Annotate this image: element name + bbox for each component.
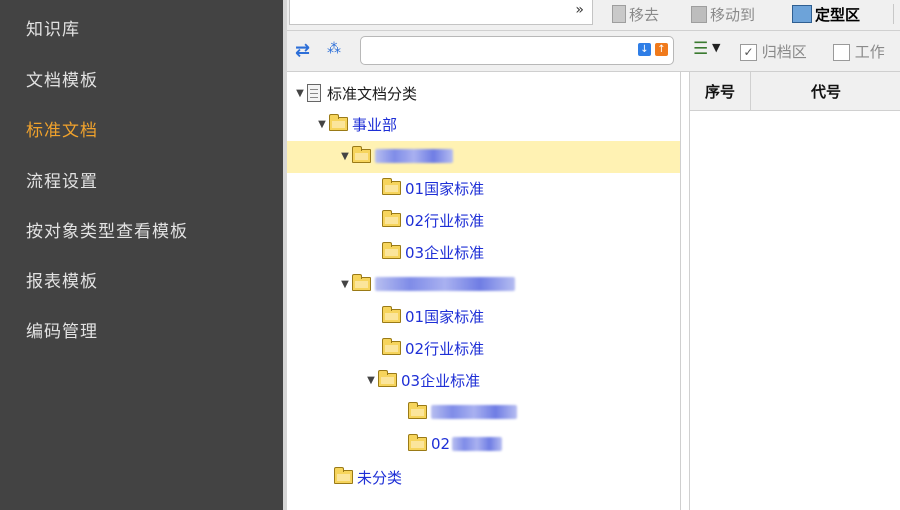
- move-out-label: 移去: [629, 5, 660, 24]
- archive-label: 归档区: [761, 43, 807, 61]
- top-toolbar: » 移去 移动到 定型区: [287, 0, 900, 31]
- toolbar-divider: [893, 4, 894, 24]
- work-label: 工作: [854, 43, 885, 61]
- move-to-button[interactable]: 移动到: [691, 3, 755, 25]
- tree-node-label: 03企业标准: [401, 371, 481, 390]
- tree-node-group-2[interactable]: ▼: [338, 271, 515, 297]
- move-to-label: 移动到: [710, 5, 756, 24]
- document-icon: [307, 84, 321, 102]
- tree-node-label: 03企业标准: [405, 243, 485, 262]
- tree-node-label: 01国家标准: [405, 179, 485, 198]
- expand-triangle-icon[interactable]: ▼: [338, 151, 352, 162]
- arrow-down-icon[interactable]: ↓: [638, 43, 651, 56]
- sidebar-item-knowledge-base[interactable]: 知识库: [26, 15, 80, 40]
- tree-node-enterprise[interactable]: ▼ 03企业标准: [364, 367, 480, 393]
- tree-node-label: 事业部: [352, 115, 398, 134]
- work-checkbox[interactable]: [833, 44, 850, 61]
- sidebar-item-report-templates[interactable]: 报表模板: [26, 267, 98, 292]
- tree-node-label: 02行业标准: [405, 211, 485, 230]
- tree-node-label: 02: [431, 435, 451, 453]
- tree-node-enterprise[interactable]: 03企业标准: [382, 239, 484, 265]
- folder-icon: [382, 338, 401, 355]
- tree-node-label: 02行业标准: [405, 339, 485, 358]
- folder-icon: [352, 146, 371, 163]
- chevron-down-icon[interactable]: ▼: [712, 41, 720, 54]
- archive-checkbox[interactable]: ✓: [740, 44, 757, 61]
- category-tree: ▼ 标准文档分类 ▼ 事业部 ▼ 01国家标准 02行业标准 03企业标准 ▼ …: [287, 72, 681, 510]
- redacted-label: [431, 405, 517, 419]
- finalize-icon: [792, 5, 812, 23]
- finalize-area-button[interactable]: 定型区: [792, 3, 860, 25]
- tree-node-root[interactable]: ▼ 标准文档分类: [293, 80, 417, 106]
- sidebar-item-code-management[interactable]: 编码管理: [26, 317, 98, 342]
- list-view-icon[interactable]: ☰: [693, 39, 708, 59]
- tree-node-label: 未分类: [357, 468, 403, 487]
- column-header-index[interactable]: 序号: [690, 72, 751, 110]
- sidebar-item-document-templates[interactable]: 文档模板: [26, 66, 98, 91]
- tree-node-industry[interactable]: 02行业标准: [382, 335, 484, 361]
- tree-node-national[interactable]: 01国家标准: [382, 175, 484, 201]
- folder-icon: [382, 210, 401, 227]
- redacted-label: [375, 277, 515, 291]
- search-input[interactable]: ↓ ↑: [360, 36, 674, 65]
- move-out-button[interactable]: 移去: [612, 3, 659, 25]
- expand-triangle-icon[interactable]: ▼: [338, 279, 352, 290]
- expand-triangle-icon[interactable]: ▼: [364, 375, 378, 386]
- grid-header: 序号 代号: [690, 72, 900, 111]
- tree-node-sub-2[interactable]: 02: [408, 431, 503, 457]
- folder-icon: [382, 242, 401, 259]
- folder-icon: [408, 434, 427, 451]
- expand-triangle-icon[interactable]: ▼: [315, 119, 329, 130]
- column-header-code[interactable]: 代号: [751, 72, 900, 110]
- tree-structure-icon[interactable]: ⁂: [327, 41, 341, 57]
- finalize-label: 定型区: [815, 5, 861, 24]
- sidebar-item-workflow-settings[interactable]: 流程设置: [26, 167, 98, 192]
- location-combo[interactable]: »: [289, 0, 593, 25]
- sidebar-item-standard-documents[interactable]: 标准文档: [26, 116, 98, 141]
- tree-node-label: 标准文档分类: [327, 84, 418, 103]
- folder-icon: [382, 178, 401, 195]
- tree-node-industry[interactable]: 02行业标准: [382, 207, 484, 233]
- move-icon: [691, 5, 707, 23]
- folder-icon: [334, 467, 353, 484]
- redacted-label: [452, 437, 503, 451]
- double-chevron-down-icon[interactable]: »: [575, 2, 584, 18]
- search-toolbar: ⇄ ⁂ ↓ ↑ ☰ ▼ ✓ 归档区 工作: [287, 31, 900, 72]
- archive-area-toggle[interactable]: ✓ 归档区: [740, 41, 807, 62]
- folder-icon: [352, 274, 371, 291]
- document-icon: [612, 5, 626, 23]
- refresh-icon[interactable]: ⇄: [295, 40, 310, 61]
- expand-triangle-icon[interactable]: ▼: [293, 88, 307, 99]
- arrow-up-icon[interactable]: ↑: [655, 43, 668, 56]
- folder-icon: [382, 306, 401, 323]
- sidebar: 知识库 文档模板 标准文档 流程设置 按对象类型查看模板 报表模板 编码管理: [0, 0, 283, 510]
- document-grid: 序号 代号: [689, 72, 900, 510]
- folder-icon: [329, 114, 348, 131]
- work-area-toggle[interactable]: 工作: [833, 41, 885, 62]
- sidebar-item-templates-by-object-type[interactable]: 按对象类型查看模板: [26, 217, 188, 242]
- tree-node-division[interactable]: ▼ 事业部: [315, 111, 397, 137]
- folder-icon: [378, 370, 397, 387]
- tree-node-sub-1[interactable]: [408, 399, 517, 425]
- tree-node-unclassified[interactable]: 未分类: [334, 464, 402, 490]
- tree-node-national[interactable]: 01国家标准: [382, 303, 484, 329]
- folder-icon: [408, 402, 427, 419]
- redacted-label: [375, 149, 453, 163]
- tree-node-label: 01国家标准: [405, 307, 485, 326]
- tree-node-group-1[interactable]: ▼: [338, 143, 453, 169]
